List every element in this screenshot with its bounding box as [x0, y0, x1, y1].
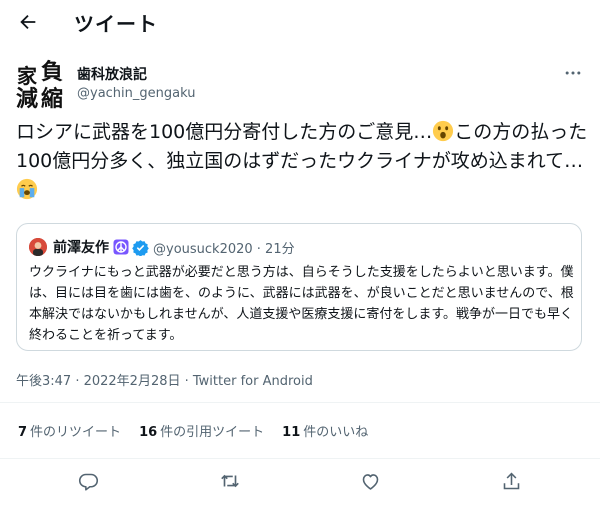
reply-icon — [78, 473, 98, 491]
quotes-count: 16 — [139, 425, 158, 440]
more-options-button[interactable] — [560, 60, 586, 86]
quote-header: 前澤友作 @yousuck2020 · 21分 — [29, 236, 295, 258]
action-bar — [0, 461, 600, 501]
astonished-face-emoji — [433, 120, 454, 142]
tweet-text-part1: ロシアに武器を100億円分寄付した方のご意見… — [16, 121, 433, 143]
retweet-icon — [221, 474, 239, 488]
back-button[interactable] — [14, 8, 42, 36]
tweet-text: ロシアに武器を100億円分寄付した方のご意見… この方の払った100億円分多く、… — [16, 118, 590, 205]
quote-tweets-stat[interactable]: 16 件の引用ツイート — [139, 421, 264, 440]
retweet-button[interactable] — [218, 469, 242, 493]
likes-stat[interactable]: 11 件のいいね — [282, 421, 368, 440]
quote-author-name: 前澤友作 — [53, 240, 109, 256]
share-button[interactable] — [499, 469, 523, 493]
reply-button[interactable] — [76, 469, 100, 493]
avatar[interactable]: 負 家 減 縮 — [15, 57, 67, 109]
share-icon — [503, 472, 519, 489]
quote-text: ウクライナにもっと武器が必要だと思う方は、自らそうした支援をしたらよいと思います… — [29, 265, 574, 343]
calligraphy-avatar-image: 負 家 減 縮 — [15, 57, 67, 109]
author-handle[interactable]: @yachin_gengaku — [77, 86, 195, 101]
like-button[interactable] — [358, 469, 382, 493]
crying-face-emoji — [16, 178, 38, 200]
likes-label: 件のいいね — [303, 425, 369, 440]
svg-text:負: 負 — [41, 59, 63, 85]
peace-symbol-icon — [113, 239, 129, 255]
svg-text:家: 家 — [17, 64, 38, 88]
header-bar: ツイート — [0, 0, 600, 44]
retweets-stat[interactable]: 7 件のリツイート — [18, 421, 121, 440]
svg-text:縮: 縮 — [41, 86, 63, 109]
arrow-left-icon — [20, 14, 36, 30]
divider — [0, 458, 600, 459]
author-display-name[interactable]: 歯科放浪記 — [77, 64, 147, 84]
quotes-label: 件の引用ツイート — [160, 425, 265, 440]
verified-badge-icon — [132, 239, 149, 256]
quote-avatar — [29, 238, 47, 256]
retweets-count: 7 — [18, 425, 28, 440]
page-title: ツイート — [74, 12, 158, 36]
svg-text:減: 減 — [16, 86, 38, 109]
engagement-stats: 7 件のリツイート 16 件の引用ツイート 11 件のいいね — [18, 421, 386, 440]
quote-handle-time: @yousuck2020 · 21分 — [153, 241, 295, 257]
like-icon — [362, 473, 378, 490]
likes-count: 11 — [282, 425, 301, 440]
more-horizontal-icon — [565, 71, 581, 75]
divider — [0, 402, 600, 403]
quote-tweet-card[interactable]: 前澤友作 @yousuck2020 · 21分 ウクライナにもっと武器が必要だと… — [16, 223, 582, 351]
retweets-label: 件のリツイート — [30, 425, 122, 440]
tweet-timestamp[interactable]: 午後3:47 · 2022年2月28日 · Twitter for Androi… — [16, 370, 313, 389]
